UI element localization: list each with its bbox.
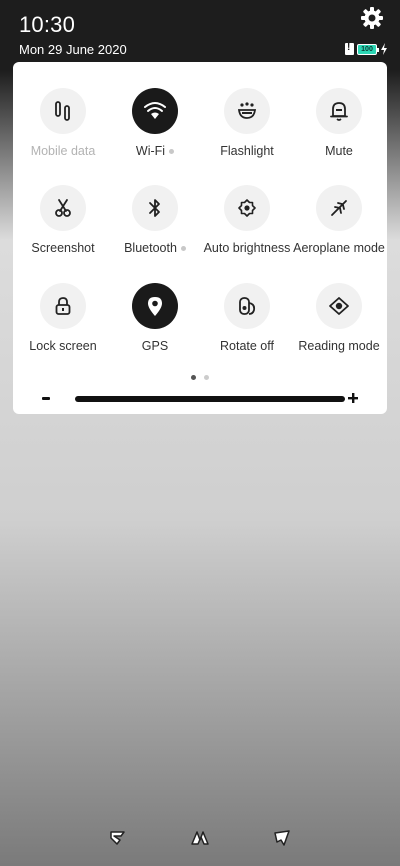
sim-alert-icon <box>345 42 354 55</box>
screenshot-button[interactable] <box>40 185 86 231</box>
tile-bluetooth[interactable]: Bluetooth <box>108 185 202 255</box>
tile-label: Auto brightness <box>203 241 291 255</box>
status-icons: 100 <box>345 42 388 56</box>
brightness-track[interactable] <box>75 396 345 402</box>
brightness-slider[interactable] <box>40 392 360 406</box>
tile-label: Mobile data <box>30 144 96 158</box>
battery-icon: 100 <box>357 43 379 55</box>
location-pin-icon <box>148 297 162 316</box>
tile-gps[interactable]: GPS <box>108 283 202 353</box>
clock: 10:30 <box>19 12 76 37</box>
lock-screen-button[interactable] <box>40 283 86 329</box>
aeroplane-mode-button[interactable] <box>316 185 362 231</box>
tile-rotate-off[interactable]: Rotate off <box>200 283 294 353</box>
tile-label: Bluetooth <box>124 241 177 255</box>
charging-bolt-icon <box>381 43 387 55</box>
flashlight-icon <box>237 102 257 119</box>
tile-label: Reading mode <box>298 339 380 353</box>
rotate-lock-icon <box>239 297 256 315</box>
battery-level: 100 <box>361 45 373 53</box>
tile-lock-screen[interactable]: Lock screen <box>16 283 110 353</box>
page-indicator <box>13 375 387 380</box>
mobile-data-button[interactable] <box>40 88 86 134</box>
auto-brightness-button[interactable] <box>224 185 270 231</box>
mobile-data-icon <box>55 101 70 121</box>
settings-gear-icon[interactable] <box>360 6 384 30</box>
brightness-high-icon <box>348 393 358 403</box>
tile-reading-mode[interactable]: Reading mode <box>292 283 386 353</box>
flashlight-button[interactable] <box>224 88 270 134</box>
wifi-button[interactable] <box>132 88 178 134</box>
tile-label: Mute <box>325 144 353 158</box>
tile-label: Wi-Fi <box>135 144 166 158</box>
airplane-icon <box>331 200 347 216</box>
rotate-off-button[interactable] <box>224 283 270 329</box>
home-gesture-icon[interactable] <box>190 828 210 848</box>
tile-label-wrap: Bluetooth <box>108 241 202 255</box>
navigation-bar <box>0 828 400 852</box>
tile-label: Aeroplane mode <box>293 241 385 255</box>
brightness-icon <box>238 199 256 217</box>
lock-icon <box>55 297 71 315</box>
tile-label-wrap: Wi-Fi <box>108 144 202 158</box>
tile-auto-brightness[interactable]: Auto brightness <box>200 185 294 255</box>
date: Mon 29 June 2020 <box>19 42 127 57</box>
tile-label: Rotate off <box>220 339 274 353</box>
page-dot-current[interactable] <box>191 375 196 380</box>
brightness-low-icon <box>42 397 50 400</box>
reading-mode-button[interactable] <box>316 283 362 329</box>
tile-mute[interactable]: Mute <box>292 88 386 158</box>
tile-aeroplane-mode[interactable]: Aeroplane mode <box>292 185 386 255</box>
bluetooth-icon <box>149 199 160 217</box>
tile-label: Screenshot <box>31 241 95 255</box>
eye-icon <box>329 297 349 315</box>
scissors-icon <box>55 199 71 217</box>
tile-label: Flashlight <box>220 144 274 158</box>
tile-label: GPS <box>141 339 169 353</box>
page-dot[interactable] <box>204 375 209 380</box>
tile-flashlight[interactable]: Flashlight <box>200 88 294 158</box>
quick-settings-panel: Mobile data Wi-Fi Flashlight Mute Screen… <box>13 62 387 414</box>
tile-mobile-data[interactable]: Mobile data <box>16 88 110 158</box>
expand-indicator[interactable] <box>169 149 175 155</box>
menu-gesture-icon[interactable] <box>108 828 128 848</box>
expand-indicator[interactable] <box>180 246 186 252</box>
bell-icon <box>330 102 348 121</box>
back-gesture-icon[interactable] <box>272 828 292 848</box>
mute-button[interactable] <box>316 88 362 134</box>
tile-screenshot[interactable]: Screenshot <box>16 185 110 255</box>
tile-label: Lock screen <box>29 339 97 353</box>
bluetooth-button[interactable] <box>132 185 178 231</box>
gps-button[interactable] <box>132 283 178 329</box>
tile-wifi[interactable]: Wi-Fi <box>108 88 202 158</box>
wifi-icon <box>144 102 166 119</box>
status-bar: 10:30 Mon 29 June 2020 100 <box>0 0 400 70</box>
